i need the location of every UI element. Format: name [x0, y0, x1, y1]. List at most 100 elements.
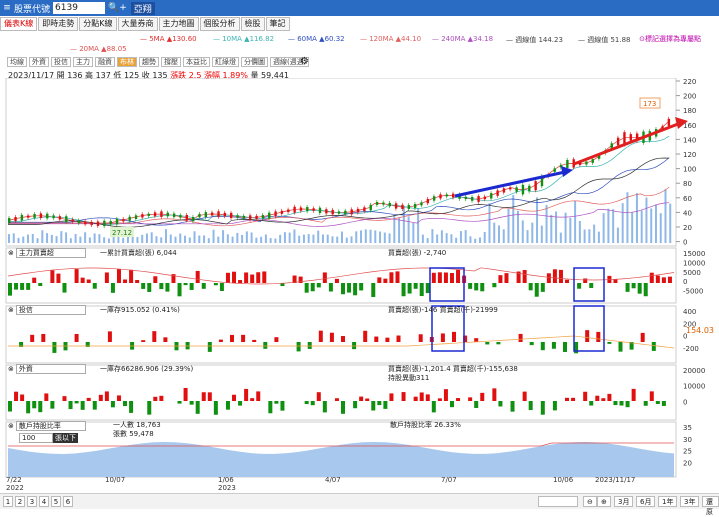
candle-body: [521, 184, 525, 195]
flow-bar: [371, 401, 376, 411]
range-button[interactable]: 6月: [636, 496, 656, 507]
volume-bar: [150, 232, 153, 243]
panel4-threshold-label: 張以下: [53, 433, 78, 443]
top-bar: ≡ 股票代號 6139 🔍 + 亞翔: [0, 0, 719, 16]
flow-bar: [129, 269, 134, 283]
page-button[interactable]: 5: [51, 496, 61, 507]
flow-bar: [153, 396, 158, 401]
volume-bar: [255, 237, 258, 243]
close-icon[interactable]: ⊗: [8, 306, 14, 314]
flow-bar: [583, 391, 588, 401]
price-tick-label: 120: [683, 151, 696, 159]
panel4-threshold-select[interactable]: 100: [19, 433, 53, 443]
stock-code-input[interactable]: 6139: [53, 2, 106, 14]
tab-item[interactable]: 即時走勢: [38, 17, 79, 31]
panel2-select[interactable]: 投信: [15, 305, 86, 315]
page-button[interactable]: 3: [27, 496, 37, 507]
indicator-button[interactable]: 本益比: [183, 57, 210, 67]
flow-bar: [20, 283, 25, 290]
candle-body: [585, 161, 588, 165]
tab-item[interactable]: 儀表K線: [0, 17, 38, 31]
price-chart[interactable]: 22020018016014012010080604020017327.1215…: [0, 78, 719, 493]
range-button[interactable]: 3月: [614, 496, 634, 507]
tab-item[interactable]: 檢股: [240, 17, 265, 31]
flow-bar: [595, 395, 600, 401]
indicator-button[interactable]: 趨勢: [139, 57, 159, 67]
tab-item[interactable]: 筆記: [265, 17, 290, 31]
volume-bar: [445, 233, 448, 243]
indicator-button[interactable]: 分價圖: [241, 57, 268, 67]
candle-body: [496, 190, 499, 196]
candle-body: [160, 211, 163, 217]
flow-bar: [92, 283, 97, 289]
panel3-select[interactable]: 外資: [15, 364, 86, 374]
flow-bar: [141, 340, 146, 342]
zoom-out-icon[interactable]: ⊖: [583, 496, 597, 507]
volume-bar: [612, 209, 615, 243]
indicator-button[interactable]: 布林: [117, 57, 137, 67]
tab-item[interactable]: 分點K線: [79, 17, 117, 31]
holder-area: [8, 442, 674, 477]
candle-body: [236, 215, 239, 218]
candle-body: [534, 181, 537, 191]
add-icon[interactable]: +: [119, 3, 127, 13]
indicator-toolbar: 均線 外資 投信 主力 融資 布林 趨勢 撐壓 本益比 紅綠燈 分價圖 週線(週週): [7, 57, 311, 67]
range-button[interactable]: 還原: [702, 496, 719, 516]
panel3-right-text2: 持股異動311: [388, 374, 430, 382]
indicator-button[interactable]: 投信: [51, 57, 71, 67]
flow-bar: [225, 272, 230, 283]
flow-bar: [449, 273, 454, 283]
flow-bar: [256, 391, 261, 401]
panel1-select[interactable]: 主力買賣超: [15, 248, 86, 258]
candle-body: [420, 202, 423, 206]
page-button[interactable]: 2: [15, 496, 25, 507]
date-input[interactable]: [538, 496, 578, 507]
tab-item[interactable]: 個股分析: [199, 17, 240, 31]
page-button[interactable]: 1: [3, 496, 13, 507]
panel-axis-label: 0: [683, 278, 687, 286]
flow-bar: [280, 401, 285, 411]
menu-icon[interactable]: ≡: [0, 3, 14, 13]
flow-bar: [347, 283, 352, 293]
candle-body: [356, 208, 360, 213]
volume-bar: [550, 214, 553, 243]
flow-bar: [589, 401, 594, 406]
close-icon[interactable]: ⊗: [8, 422, 14, 430]
indicator-button[interactable]: 外資: [29, 57, 49, 67]
tab-item[interactable]: 主力地圖: [158, 17, 199, 31]
flow-bar: [116, 269, 121, 283]
tab-item[interactable]: 大量券商: [117, 17, 158, 31]
panel4-header: ⊗ 散戶持股比率: [8, 421, 86, 431]
flow-bar: [649, 272, 654, 283]
indicator-button[interactable]: 主力: [73, 57, 93, 67]
panel2-left-text: 一庫存915.052 (0.41%): [100, 306, 180, 314]
indicator-button[interactable]: 撐壓: [161, 57, 181, 67]
search-icon[interactable]: 🔍: [108, 3, 119, 13]
flow-bar: [480, 392, 485, 401]
page-button[interactable]: 6: [63, 496, 73, 507]
volume-bar: [217, 236, 220, 243]
close-icon[interactable]: ⊗: [8, 249, 14, 257]
flow-bar: [510, 401, 515, 412]
settings-icon[interactable]: ⚙: [300, 56, 309, 67]
candle-body: [128, 216, 131, 221]
indicator-button[interactable]: 紅綠燈: [212, 57, 239, 67]
ma-legend-item: — 週線值 51.88: [578, 36, 631, 44]
indicator-button[interactable]: 均線: [7, 57, 27, 67]
volume-bar: [88, 237, 91, 243]
candle-body: [483, 196, 487, 200]
range-button[interactable]: 3年: [680, 496, 700, 507]
zoom-in-icon[interactable]: ⊕: [597, 496, 611, 507]
volume-bar: [631, 212, 634, 243]
flow-bar: [334, 398, 339, 401]
panel4-select[interactable]: 散戶持股比率: [15, 421, 86, 431]
flow-bar: [492, 283, 497, 288]
price-tick-label: 200: [683, 93, 696, 101]
range-button[interactable]: 1年: [658, 496, 678, 507]
flow-bar: [177, 283, 182, 297]
indicator-button[interactable]: 融資: [95, 57, 115, 67]
page-button[interactable]: 4: [39, 496, 49, 507]
candle-body: [261, 215, 265, 219]
candle-body: [591, 159, 594, 163]
close-icon[interactable]: ⊗: [8, 365, 14, 373]
